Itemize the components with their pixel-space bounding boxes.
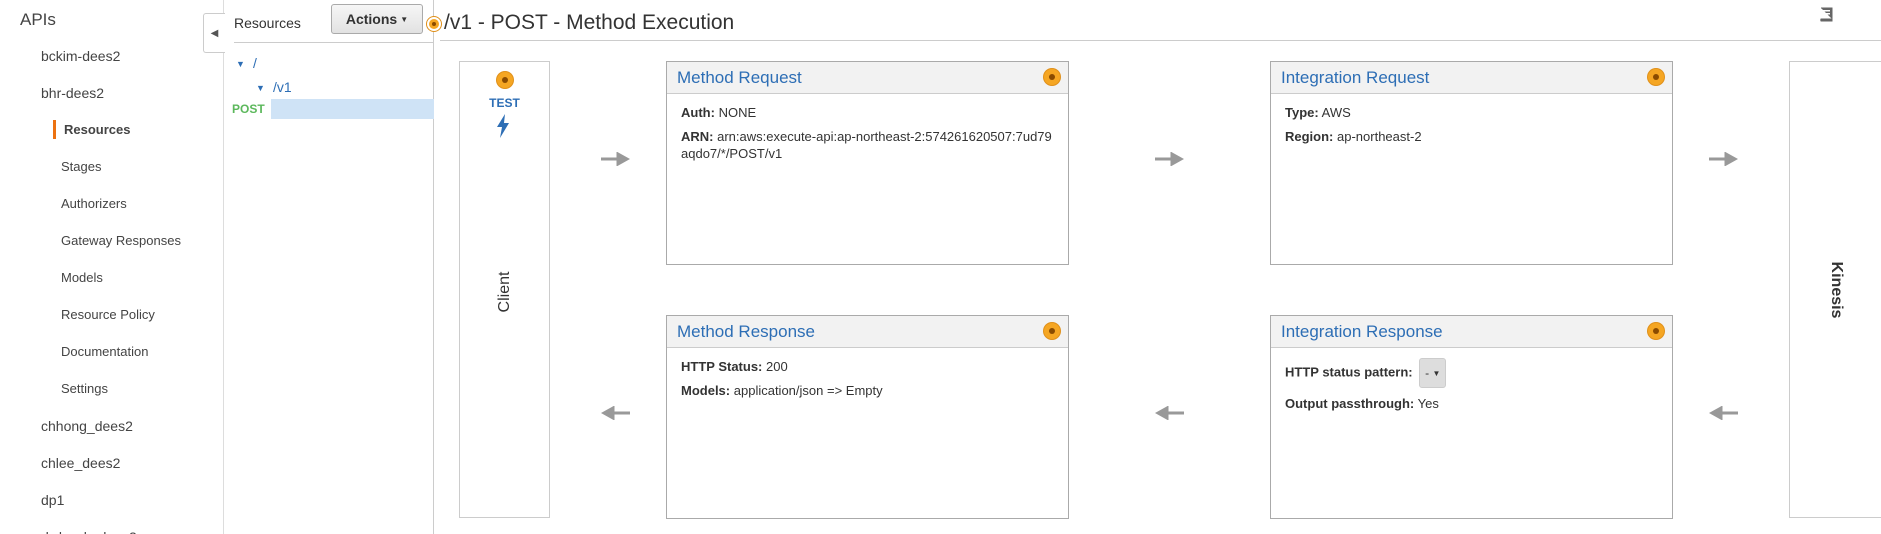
arrow-right-icon [1709, 152, 1738, 166]
card-header: Method Request [667, 62, 1068, 94]
nav-api-item[interactable]: dwkwak_dees2 [41, 529, 137, 534]
arrow-right-icon [601, 152, 630, 166]
divider [440, 40, 1881, 41]
resource-status-dot [427, 17, 441, 31]
nav-sub-gateway-responses[interactable]: Gateway Responses [61, 233, 181, 248]
caret-down-icon: ▼ [400, 14, 409, 24]
nav-sub-settings[interactable]: Settings [61, 381, 108, 396]
region-value: ap-northeast-2 [1337, 129, 1422, 144]
integration-response-link[interactable]: Integration Response [1281, 322, 1443, 342]
active-indicator [53, 120, 56, 139]
arrow-left-icon [601, 406, 630, 420]
caret-down-icon: ▼ [1432, 368, 1441, 378]
test-status-dot [497, 72, 513, 88]
nav-sub-authorizers[interactable]: Authorizers [61, 196, 127, 211]
kinesis-label: Kinesis [1828, 261, 1845, 319]
status-dot [1648, 69, 1664, 85]
passthrough-value: Yes [1417, 396, 1439, 411]
method-response-link[interactable]: Method Response [677, 322, 815, 342]
collapse-nav-button[interactable]: ◀ [203, 13, 225, 53]
nav-sub-resources[interactable]: Resources [64, 122, 130, 137]
client-column: TEST Client [459, 61, 550, 518]
nav-api-item[interactable]: chlee_dees2 [41, 455, 120, 471]
bolt-icon[interactable] [496, 114, 510, 144]
auth-value: NONE [718, 105, 757, 120]
tree-node-post-selected[interactable] [271, 99, 434, 119]
card-header: Integration Response [1271, 316, 1672, 348]
type-value: AWS [1321, 105, 1351, 120]
arn-value: arn:aws:execute-api:ap-northeast-2:57426… [681, 129, 1052, 161]
tree-expand-icon[interactable]: ▼ [256, 83, 265, 93]
divider [234, 42, 434, 43]
status-dot [1648, 323, 1664, 339]
status-dot [1044, 323, 1060, 339]
resources-title: Resources [234, 15, 301, 31]
actions-label: Actions [345, 11, 398, 27]
card-body: Auth: NONE ARN: arn:aws:execute-api:ap-n… [667, 94, 1068, 179]
book-icon[interactable] [1818, 6, 1836, 24]
auth-label: Auth: [681, 105, 715, 120]
kinesis-column: Kinesis [1789, 61, 1881, 518]
nav-api-item[interactable]: dp1 [41, 492, 64, 508]
method-request-link[interactable]: Method Request [677, 68, 802, 88]
region-label: Region: [1285, 129, 1334, 144]
models-label: Models: [681, 383, 731, 398]
tree-node-v1[interactable]: /v1 [273, 79, 292, 95]
passthrough-label: Output passthrough: [1285, 396, 1415, 411]
page-title: /v1 - POST - Method Execution [444, 11, 735, 34]
integration-response-card: Integration Response HTTP status pattern… [1270, 315, 1673, 519]
resources-panel: Resources Actions ▼ ▼ / ▼ /v1 [224, 0, 434, 534]
left-nav: APIs bckim-dees2 bhr-dees2 Resources Sta… [0, 0, 224, 534]
nav-api-item[interactable]: bckim-dees2 [41, 48, 120, 64]
http-status-label: HTTP Status: [681, 359, 763, 374]
card-header: Integration Request [1271, 62, 1672, 94]
status-pattern-label: HTTP status pattern: [1285, 364, 1413, 380]
card-body: Type: AWS Region: ap-northeast-2 [1271, 94, 1672, 162]
actions-button[interactable]: Actions ▼ [331, 4, 423, 34]
nav-sub-models[interactable]: Models [61, 270, 103, 285]
card-body: HTTP Status: 200 Models: application/jso… [667, 348, 1068, 416]
card-body: HTTP status pattern: - ▼ Output passthro… [1271, 348, 1672, 429]
integration-request-card: Integration Request Type: AWS Region: ap… [1270, 61, 1673, 265]
method-response-card: Method Response HTTP Status: 200 Models:… [666, 315, 1069, 519]
test-link[interactable]: TEST [460, 96, 549, 110]
tree-node-post-label[interactable]: POST [232, 102, 265, 116]
status-pattern-select[interactable]: - ▼ [1419, 358, 1447, 388]
nav-title[interactable]: APIs [20, 10, 56, 30]
tree-expand-icon[interactable]: ▼ [236, 59, 245, 69]
arrow-left-icon [1155, 406, 1184, 420]
http-status-value: 200 [766, 359, 788, 374]
models-value: application/json => Empty [733, 383, 883, 398]
nav-api-item[interactable]: bhr-dees2 [41, 85, 104, 101]
card-header: Method Response [667, 316, 1068, 348]
arrow-right-icon [1155, 152, 1184, 166]
arrow-left-icon [1709, 406, 1738, 420]
status-pattern-value: - [1425, 365, 1430, 380]
status-dot [1044, 69, 1060, 85]
integration-request-link[interactable]: Integration Request [1281, 68, 1429, 88]
nav-api-item[interactable]: chhong_dees2 [41, 418, 133, 434]
method-request-card: Method Request Auth: NONE ARN: arn:aws:e… [666, 61, 1069, 265]
client-label: Client [496, 271, 513, 313]
nav-sub-stages[interactable]: Stages [61, 159, 101, 174]
type-label: Type: [1285, 105, 1319, 120]
nav-sub-documentation[interactable]: Documentation [61, 344, 148, 359]
tree-node-root[interactable]: / [253, 55, 257, 71]
nav-sub-resource-policy[interactable]: Resource Policy [61, 307, 155, 322]
arn-label: ARN: [681, 129, 714, 144]
chevron-left-icon: ◀ [210, 27, 219, 39]
